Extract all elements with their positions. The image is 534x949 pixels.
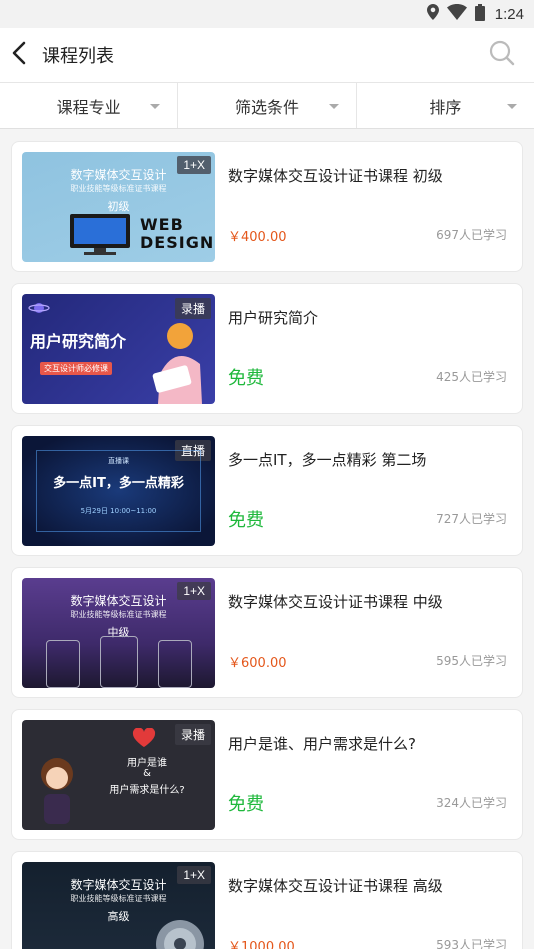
thumbnail-subheading: 职业技能等级标准证书课程 <box>70 610 167 619</box>
learner-count: 324人已学习 <box>436 796 507 810</box>
tech-frame <box>36 450 201 532</box>
course-thumbnail: 录播 用户是谁 & 用户需求是什么? <box>22 720 215 830</box>
course-price: ￥400.00 <box>228 230 287 245</box>
monitor-illustration <box>70 214 130 255</box>
search-icon <box>489 40 515 70</box>
thumbnail-heading: 数字媒体交互设计 <box>70 878 167 892</box>
filter-major-dropdown[interactable]: 课程专业 <box>0 83 179 128</box>
thumbnail-heading: 数字媒体交互设计 <box>70 594 167 608</box>
phone-mockup-center <box>100 636 138 688</box>
course-thumbnail: 1+X 数字媒体交互设计 职业技能等级标准证书课程 中级 <box>22 578 215 688</box>
filter-bar: 课程专业 筛选条件 排序 <box>0 83 534 129</box>
course-thumbnail: 1+X 数字媒体交互设计 职业技能等级标准证书课程 初级 WEB DESIGN <box>22 152 215 262</box>
app-header: 课程列表 <box>0 28 534 83</box>
course-card[interactable]: 1+X 数字媒体交互设计 职业技能等级标准证书课程 初级 WEB DESIGN … <box>11 141 523 272</box>
filter-label: 排序 <box>429 97 462 117</box>
thumbnail-ampersand: & <box>143 768 151 779</box>
course-price: ￥600.00 <box>228 656 287 671</box>
course-card[interactable]: 直播 直播课 多一点IT，多一点精彩 5月29日 10:00~11:00 多一点… <box>11 425 523 556</box>
web-design-text: WEB DESIGN <box>140 215 215 252</box>
chevron-left-icon <box>12 41 26 69</box>
course-price: 免费 <box>228 794 264 815</box>
course-thumbnail: 直播 直播课 多一点IT，多一点精彩 5月29日 10:00~11:00 <box>22 436 215 546</box>
thumbnail-subheading: 交互设计师必修课 <box>40 362 112 375</box>
thumbnail-heading: 数字媒体交互设计 <box>70 168 167 182</box>
course-price: 免费 <box>228 368 264 389</box>
caret-down-icon <box>150 104 161 109</box>
course-price: ￥1000.00 <box>228 940 295 949</box>
planet-icon <box>28 303 50 313</box>
filter-label: 课程专业 <box>56 97 121 117</box>
location-icon <box>426 4 439 24</box>
battery-icon <box>474 3 485 25</box>
course-title: 用户是谁、用户需求是什么? <box>228 735 416 753</box>
learner-count: 727人已学习 <box>436 512 507 526</box>
robot-head-illustration <box>156 920 204 949</box>
thumbnail-subheading: 用户需求是什么? <box>109 785 185 796</box>
filter-label: 筛选条件 <box>234 97 299 117</box>
thumbnail-subheading: 职业技能等级标准证书课程 <box>70 894 167 903</box>
thumbnail-heading: 用户研究简介 <box>30 332 127 351</box>
learner-count: 697人已学习 <box>436 228 507 242</box>
caret-down-icon <box>328 104 339 109</box>
thumbnail-heading: 用户是谁 <box>127 758 167 769</box>
course-price: 免费 <box>228 510 264 531</box>
course-title: 多一点IT，多一点精彩 第二场 <box>228 451 427 469</box>
course-title: 数字媒体交互设计证书课程 中级 <box>228 593 443 611</box>
course-title: 数字媒体交互设计证书课程 高级 <box>228 877 443 895</box>
course-thumbnail: 1+X 数字媒体交互设计 职业技能等级标准证书课程 高级 <box>22 862 215 949</box>
course-card[interactable]: 录播 用户是谁 & 用户需求是什么? 用户是谁、用户需求是什么? 免费 324人… <box>11 709 523 840</box>
back-button[interactable] <box>12 35 38 75</box>
course-card[interactable]: 录播 用户研究简介 交互设计师必修课 用户研究简介 免费 425人已学习 <box>11 283 523 414</box>
reading-person-illustration <box>152 323 202 404</box>
filter-conditions-dropdown[interactable]: 筛选条件 <box>178 83 357 128</box>
course-title: 用户研究简介 <box>228 309 319 327</box>
status-time: 1:24 <box>494 5 524 23</box>
search-button[interactable] <box>482 35 522 75</box>
status-bar: 1:24 <box>0 0 534 28</box>
heart-icon <box>132 728 156 747</box>
learner-count: 425人已学习 <box>436 370 507 384</box>
course-card[interactable]: 1+X 数字媒体交互设计 职业技能等级标准证书课程 中级 数字媒体交互设计证书课… <box>11 567 523 698</box>
course-title: 数字媒体交互设计证书课程 初级 <box>228 167 443 185</box>
learner-count: 593人已学习 <box>436 938 507 949</box>
course-list: 1+X 数字媒体交互设计 职业技能等级标准证书课程 初级 WEB DESIGN … <box>0 129 534 949</box>
phone-mockup-right <box>158 640 192 688</box>
filter-sort-dropdown[interactable]: 排序 <box>357 83 534 128</box>
caret-down-icon <box>506 104 517 109</box>
course-badge: 录播 <box>174 724 211 745</box>
course-thumbnail: 录播 用户研究简介 交互设计师必修课 <box>22 294 215 404</box>
wifi-icon <box>446 4 467 24</box>
page-title: 课程列表 <box>42 46 114 67</box>
learner-count: 595人已学习 <box>436 654 507 668</box>
thumbnail-subheading: 职业技能等级标准证书课程 <box>70 184 167 193</box>
girl-illustration <box>41 758 73 824</box>
phone-mockup-left <box>46 640 80 688</box>
course-card[interactable]: 1+X 数字媒体交互设计 职业技能等级标准证书课程 高级 数字媒体交互设计证书课… <box>11 851 523 949</box>
